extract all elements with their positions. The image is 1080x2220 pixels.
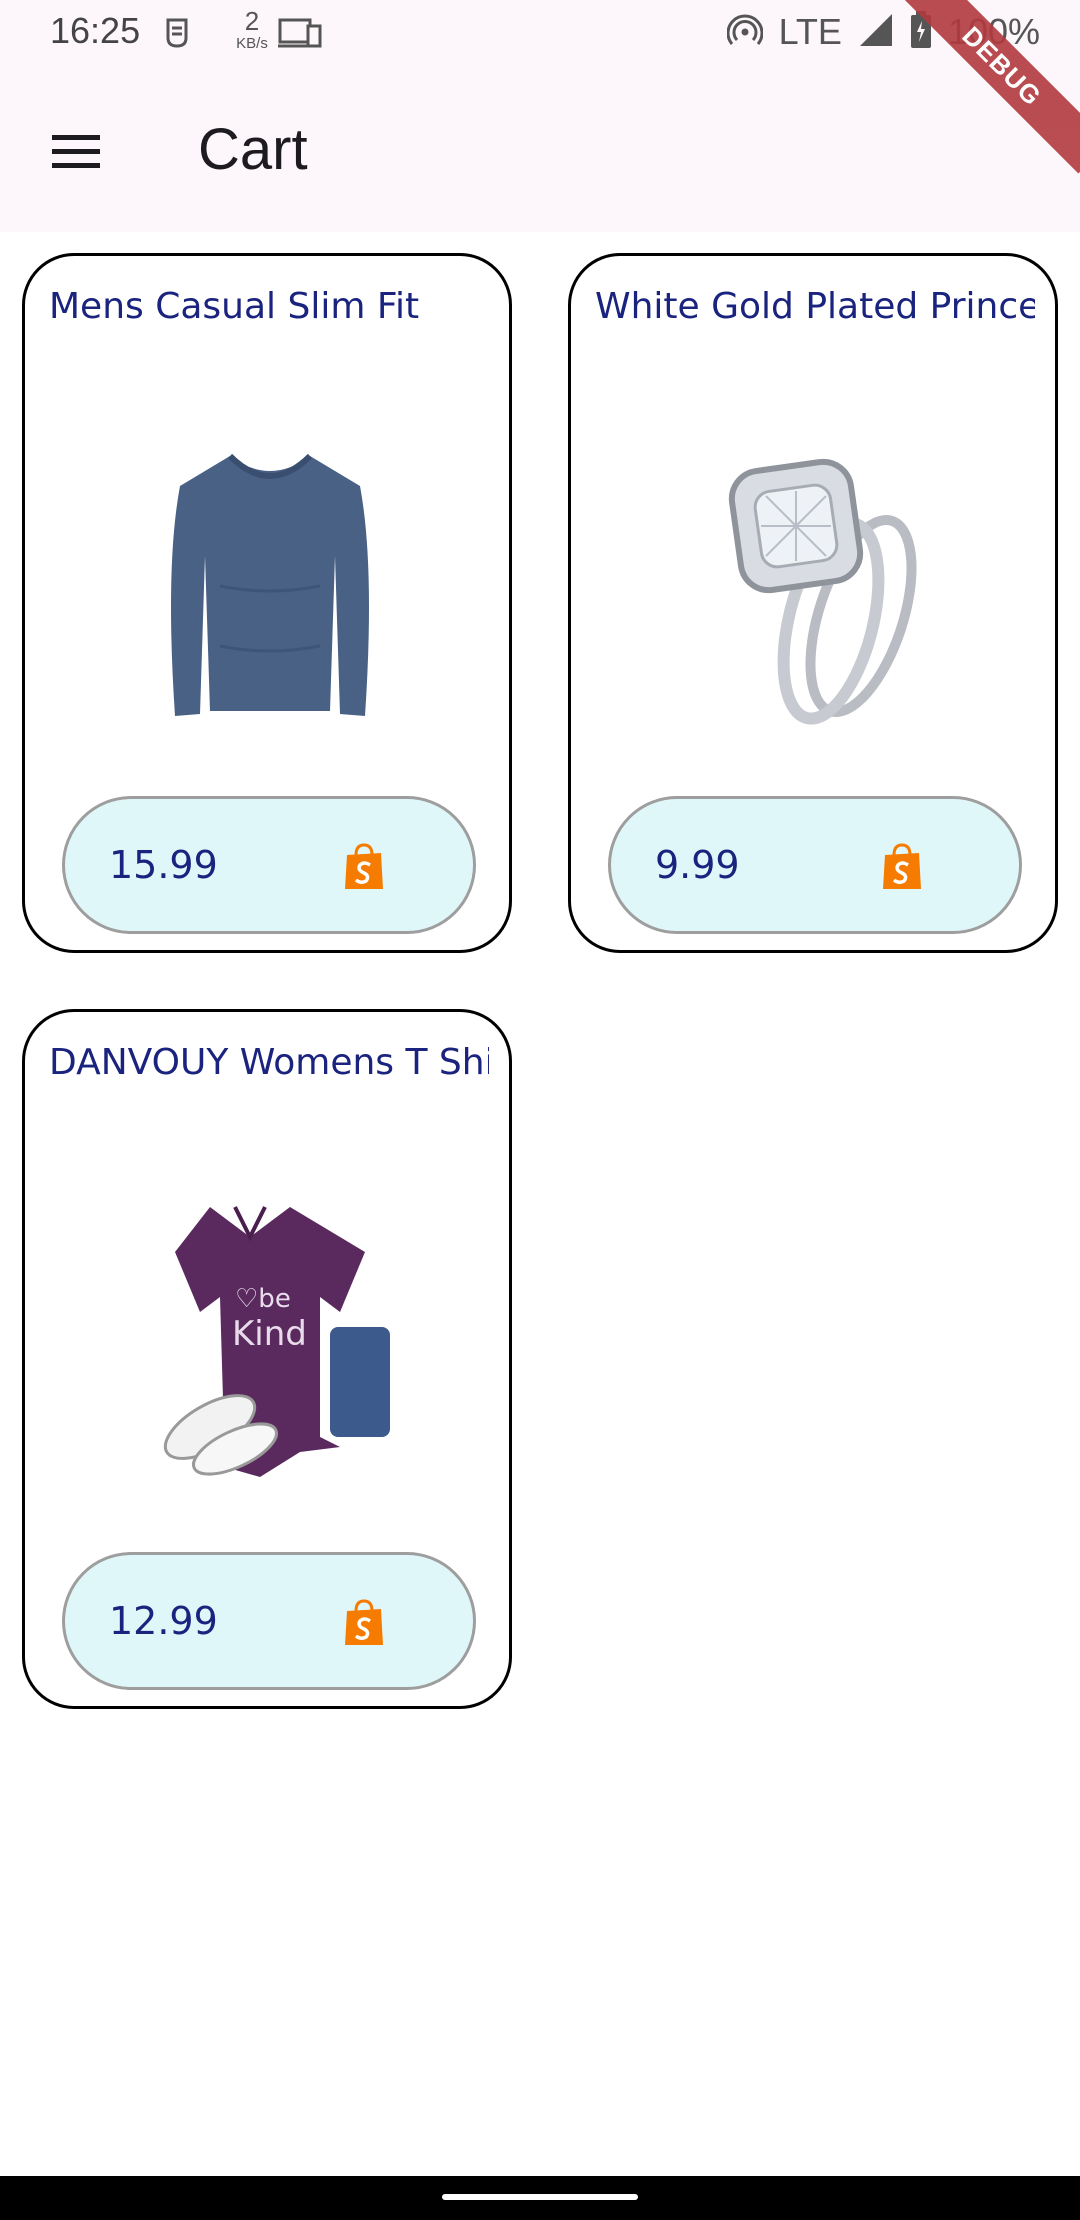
svg-text:Kind: Kind bbox=[232, 1314, 307, 1354]
devices-icon bbox=[278, 16, 322, 55]
shopify-bag-icon[interactable] bbox=[881, 843, 923, 891]
status-time: 16:25 bbox=[50, 10, 141, 51]
hotspot-icon bbox=[726, 12, 763, 53]
product-price: 15.99 bbox=[109, 843, 218, 887]
product-title: Mens Casual Slim Fit bbox=[49, 286, 420, 327]
cart-item-card[interactable]: Mens Casual Slim Fit 15.99 bbox=[22, 253, 512, 953]
page-title: Cart bbox=[198, 117, 308, 182]
price-pill[interactable]: 15.99 bbox=[62, 796, 476, 934]
shopify-bag-icon[interactable] bbox=[343, 1599, 385, 1647]
cart-item-card[interactable]: White Gold Plated Princess 9.99 bbox=[568, 253, 1058, 953]
product-image: ♡be Kind bbox=[125, 1192, 415, 1492]
network-speed: 2 KB/s bbox=[236, 6, 268, 52]
shopify-bag-icon[interactable] bbox=[343, 843, 385, 891]
svg-text:♡be: ♡be bbox=[235, 1284, 291, 1314]
system-navigation-bar bbox=[0, 2176, 1080, 2220]
hamburger-menu-icon bbox=[52, 135, 100, 168]
price-pill[interactable]: 9.99 bbox=[608, 796, 1022, 934]
product-image bbox=[671, 436, 961, 736]
cart-item-card[interactable]: DANVOUY Womens T Shirt Casual Cotton Sho… bbox=[22, 1009, 512, 1709]
price-pill[interactable]: 12.99 bbox=[62, 1552, 476, 1690]
app-bar: Cart bbox=[0, 64, 1080, 232]
home-gesture-handle[interactable] bbox=[442, 2194, 638, 2200]
product-title: White Gold Plated Princess bbox=[595, 286, 1035, 327]
network-type: LTE bbox=[778, 11, 842, 52]
signal-icon bbox=[858, 12, 894, 53]
product-image bbox=[125, 436, 415, 736]
product-title: DANVOUY Womens T Shirt Casual Cotton Sho… bbox=[49, 1042, 489, 1083]
product-price: 9.99 bbox=[655, 843, 740, 887]
face-unlock-icon bbox=[160, 14, 194, 55]
product-price: 12.99 bbox=[109, 1599, 218, 1643]
menu-button[interactable] bbox=[44, 120, 108, 184]
